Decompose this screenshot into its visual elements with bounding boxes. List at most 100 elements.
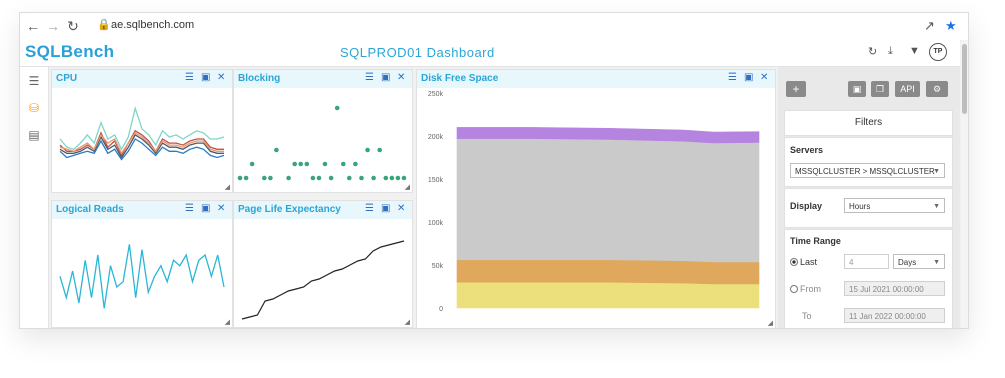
to-date-input[interactable]: 11 Jan 2022 00:00:00	[844, 308, 945, 323]
radio-selected-icon	[790, 257, 798, 266]
blocking-point	[328, 175, 334, 181]
logo-sql-text: SQL	[25, 42, 61, 61]
last-unit-select[interactable]: Days ▼	[893, 254, 945, 269]
menu-icon[interactable]: ☰	[185, 203, 194, 214]
window-icon[interactable]: ▣	[744, 72, 753, 83]
servers-card: Servers MSSQLCLUSTER > MSSQLCLUSTER ▼	[784, 137, 953, 187]
sqlbench-logo[interactable]: SQLBench	[25, 42, 114, 62]
resize-handle-icon[interactable]: ◢	[768, 319, 773, 327]
panel-title: Logical Reads	[56, 204, 124, 215]
menu-icon[interactable]: ☰	[365, 72, 374, 83]
save-icon[interactable]: ▣	[848, 81, 866, 97]
blocking-chart	[237, 105, 407, 181]
blocking-point	[395, 175, 401, 181]
logical-reads-line	[59, 244, 225, 309]
reload-icon[interactable]: ↻	[64, 17, 82, 35]
blocking-point	[286, 175, 291, 181]
servers-select[interactable]: MSSQLCLUSTER > MSSQLCLUSTER ▼	[790, 163, 945, 178]
page-title: SQLPROD01 Dashboard	[340, 45, 495, 60]
user-avatar[interactable]: TP	[929, 43, 947, 61]
from-date-input[interactable]: 15 Jul 2021 00:00:00	[844, 281, 945, 296]
blocking-panel: Blocking ☰ ▣ ✕ ◢	[233, 69, 413, 193]
y-tick-label: 50k	[432, 263, 444, 270]
address-bar[interactable]: ae.sqlbench.com	[111, 19, 194, 31]
download-icon[interactable]: ⤓	[888, 45, 893, 58]
resize-handle-icon[interactable]: ◢	[225, 318, 230, 326]
servers-label: Servers	[790, 145, 824, 155]
api-button[interactable]: API	[895, 81, 920, 97]
blocking-point	[243, 175, 249, 181]
last-amount-input[interactable]: 4	[844, 254, 889, 269]
settings-gears-icon[interactable]: ⚙	[926, 81, 948, 97]
close-icon[interactable]: ✕	[397, 203, 405, 214]
hamburger-menu-icon[interactable]: ☰	[26, 73, 42, 89]
menu-icon[interactable]: ☰	[365, 203, 374, 214]
ple-panel: Page Life Expectancy ☰ ▣ ✕ ◢	[233, 200, 413, 328]
panel-header: Blocking ☰ ▣ ✕	[234, 70, 412, 88]
close-icon[interactable]: ✕	[217, 72, 225, 83]
disk-area-series	[456, 281, 760, 309]
bar-chart-icon[interactable]: ▤	[26, 127, 42, 143]
copy-icon[interactable]: ❐	[871, 81, 889, 97]
menu-icon[interactable]: ☰	[185, 72, 194, 83]
panel-title: Blocking	[238, 73, 281, 84]
display-select[interactable]: Hours ▼	[844, 198, 945, 213]
disk-free-space-panel: Disk Free Space ☰ ▣ ✕ 250k 200k 150k 100k 50…	[416, 69, 776, 328]
blocking-point	[359, 175, 364, 181]
filters-title: Filters	[854, 117, 883, 128]
refresh-icon[interactable]: ↻	[868, 45, 877, 58]
time-range-card: Time Range Last 4 Days ▼ From 15 Jul 2021…	[784, 229, 953, 328]
blocking-point	[262, 175, 267, 181]
blocking-point	[292, 161, 297, 167]
chevron-down-icon: ▼	[933, 203, 940, 210]
app-header: SQLBench SQLPROD01 Dashboard ↻ ⤓ ▼ TP	[20, 40, 960, 67]
close-icon[interactable]: ✕	[397, 72, 405, 83]
browser-toolbar: ← → ↻ 🔒 ae.sqlbench.com ↗ ★	[20, 13, 968, 41]
last-radio[interactable]: Last	[790, 257, 817, 267]
logical-reads-chart	[59, 244, 225, 309]
blocking-point	[268, 175, 273, 181]
window-icon[interactable]: ▣	[201, 203, 210, 214]
display-card: Display Hours ▼	[784, 188, 953, 228]
filters-sidebar: + ▣ ❐ API ⚙ Filters Servers MSSQLCLUSTER…	[778, 67, 960, 328]
add-button[interactable]: +	[786, 81, 806, 97]
menu-icon[interactable]: ☰	[728, 72, 737, 83]
share-icon[interactable]: ↗	[924, 17, 935, 35]
disk-area-series	[456, 259, 760, 285]
close-icon[interactable]: ✕	[217, 203, 225, 214]
database-icon[interactable]: ⛁	[26, 100, 42, 116]
resize-handle-icon[interactable]: ◢	[225, 183, 230, 191]
blocking-point	[304, 161, 310, 167]
resize-handle-icon[interactable]: ◢	[405, 318, 410, 326]
close-icon[interactable]: ✕	[760, 72, 768, 83]
cpu-panel: CPU ☰ ▣ ✕ ◢	[51, 69, 233, 193]
window-icon[interactable]: ▣	[381, 72, 390, 83]
window-icon[interactable]: ▣	[201, 72, 210, 83]
blocking-point	[249, 161, 255, 167]
bookmark-star-icon[interactable]: ★	[945, 17, 957, 35]
blocking-point	[310, 175, 316, 181]
panel-header: Disk Free Space ☰ ▣ ✕	[417, 70, 775, 88]
disk-area-series	[456, 138, 760, 263]
blocking-point	[353, 161, 358, 167]
y-tick-label: 100k	[428, 220, 444, 227]
blocking-point	[274, 147, 279, 153]
page-scrollbar[interactable]	[961, 40, 968, 328]
blocking-point	[365, 147, 370, 153]
scrollbar-thumb[interactable]	[962, 44, 967, 114]
window-icon[interactable]: ▣	[381, 203, 390, 214]
disk-free-space-chart: 250k 200k 150k 100k 50k 0	[428, 91, 760, 313]
blocking-point	[371, 175, 376, 181]
y-tick-label: 150k	[428, 177, 444, 184]
blocking-point	[377, 147, 382, 153]
filter-icon[interactable]: ▼	[909, 45, 920, 57]
resize-handle-icon[interactable]: ◢	[405, 183, 410, 191]
chevron-down-icon: ▼	[933, 168, 940, 175]
last-label: Last	[800, 257, 818, 267]
from-label: From	[800, 284, 821, 294]
from-radio[interactable]: From	[790, 284, 821, 294]
chevron-down-icon: ▼	[933, 259, 940, 266]
forward-arrow-icon[interactable]: →	[44, 17, 62, 35]
blocking-point	[341, 161, 346, 167]
back-arrow-icon[interactable]: ←	[24, 17, 42, 35]
